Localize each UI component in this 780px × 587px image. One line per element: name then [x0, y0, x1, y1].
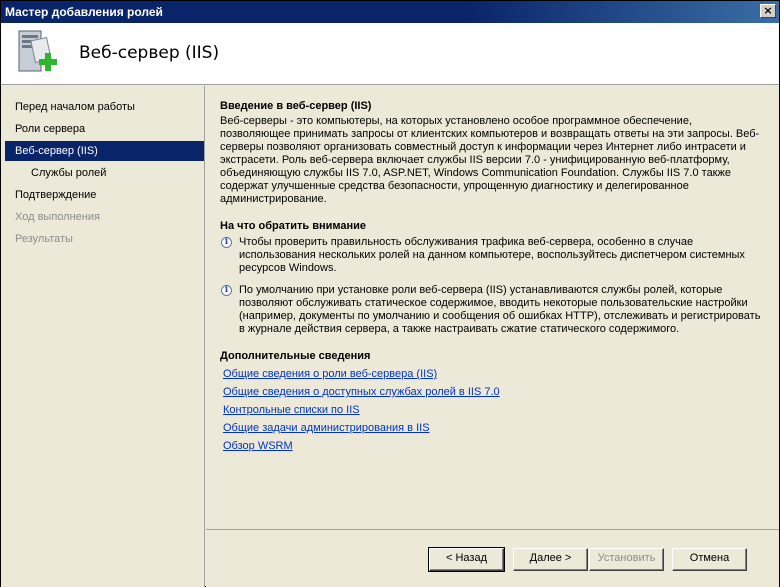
close-button[interactable]: × — [760, 4, 776, 18]
link-role-services-overview[interactable]: Общие сведения о доступных службах ролей… — [223, 383, 765, 401]
wizard-header: Веб-сервер (IIS) — [1, 23, 779, 85]
intro-text: Веб-серверы - это компьютеры, на которых… — [220, 115, 760, 205]
back-button[interactable]: < Назад — [428, 547, 505, 572]
note-item: i По умолчанию при установке роли веб-се… — [220, 284, 765, 336]
note-text: По умолчанию при установке роли веб-серв… — [239, 284, 761, 335]
link-web-server-role-overview[interactable]: Общие сведения о роли веб-сервера (IIS) — [223, 365, 765, 383]
wizard-navigation: Перед началом работы Роли сервера Веб-се… — [1, 86, 205, 587]
link-iis-checklists[interactable]: Контрольные списки по IIS — [223, 401, 765, 419]
title-bar[interactable]: Мастер добавления ролей × — [1, 1, 779, 23]
nav-item-role-services[interactable]: Службы ролей — [5, 163, 204, 183]
notes-heading: На что обратить внимание — [220, 220, 367, 232]
nav-item-before-you-begin[interactable]: Перед началом работы — [5, 97, 204, 117]
note-text: Чтобы проверить правильность обслуживани… — [239, 236, 745, 274]
wizard-content: Введение в веб-сервер (IIS) Веб-серверы … — [206, 86, 779, 529]
link-iis-admin-tasks[interactable]: Общие задачи администрирования в IIS — [223, 419, 765, 437]
window-title: Мастер добавления ролей — [5, 5, 163, 19]
note-item: i Чтобы проверить правильность обслужива… — [220, 236, 765, 275]
nav-item-confirmation[interactable]: Подтверждение — [5, 185, 204, 205]
next-button[interactable]: Далее > — [513, 548, 588, 571]
nav-item-progress: Ход выполнения — [15, 211, 100, 223]
more-info-links: Общие сведения о роли веб-сервера (IIS) … — [223, 365, 765, 455]
install-button: Установить — [589, 548, 664, 571]
more-info-heading: Дополнительные сведения — [220, 350, 371, 362]
server-add-icon — [18, 30, 57, 72]
info-icon: i — [221, 237, 232, 248]
info-icon: i — [221, 285, 232, 296]
link-wsrm-overview[interactable]: Обзор WSRM — [223, 437, 765, 455]
nav-item-server-roles[interactable]: Роли сервера — [5, 119, 204, 139]
intro-heading: Введение в веб-сервер (IIS) — [220, 100, 372, 112]
add-roles-wizard-window: Мастер добавления ролей × Веб-сервер (II… — [0, 0, 780, 587]
nav-item-web-server-iis[interactable]: Веб-сервер (IIS) — [5, 141, 204, 161]
cancel-button[interactable]: Отмена — [672, 548, 747, 571]
wizard-footer: < Назад Далее > Установить Отмена — [206, 529, 779, 587]
page-title: Веб-сервер (IIS) — [79, 43, 220, 63]
nav-item-results: Результаты — [15, 233, 73, 245]
